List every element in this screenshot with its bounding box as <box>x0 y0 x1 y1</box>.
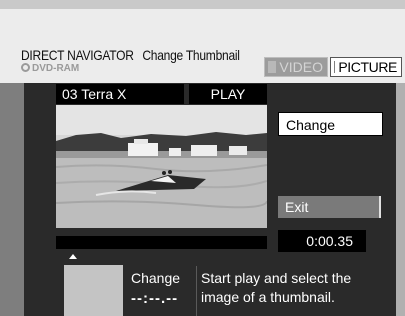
header-bar: DIRECT NAVIGATOR Change Thumbnail DVD-RAM… <box>0 9 405 83</box>
change-button[interactable]: Change <box>278 112 383 136</box>
position-marker-icon <box>69 254 77 259</box>
thumbnail-preview <box>64 265 123 316</box>
screen-title: DIRECT NAVIGATOR Change Thumbnail <box>21 47 240 63</box>
disc-icon <box>21 63 30 72</box>
info-divider <box>196 266 197 316</box>
top-strip <box>0 0 405 9</box>
preview-image <box>56 105 267 228</box>
program-title: 03 Terra X <box>56 84 184 104</box>
right-edge <box>396 83 405 316</box>
video-indicator-icon <box>268 61 277 73</box>
video-preview <box>56 105 267 228</box>
disc-type: DVD-RAM <box>21 63 79 74</box>
tab-video-label: VIDEO <box>279 59 323 75</box>
mode-tabs: VIDEO PICTURE <box>264 57 402 77</box>
disc-label: DVD-RAM <box>32 63 80 74</box>
exit-button[interactable]: Exit <box>278 196 381 218</box>
playback-time: 0:00.35 <box>278 230 366 252</box>
instruction-text: Start play and select the image of a thu… <box>201 270 352 305</box>
thumbnail-time: --:--.-- <box>131 290 179 307</box>
tab-video[interactable]: VIDEO <box>264 57 328 77</box>
tab-picture[interactable]: PICTURE <box>330 57 402 77</box>
playback-progress-bar <box>56 236 267 249</box>
tab-picture-label: PICTURE <box>338 59 397 75</box>
picture-indicator-icon <box>334 61 336 73</box>
screen-subtitle: Change Thumbnail <box>142 47 240 63</box>
left-edge <box>0 83 24 316</box>
screen-title-main: DIRECT NAVIGATOR <box>21 47 134 63</box>
play-status: PLAY <box>189 84 267 104</box>
thumbnail-label: Change <box>131 270 181 286</box>
